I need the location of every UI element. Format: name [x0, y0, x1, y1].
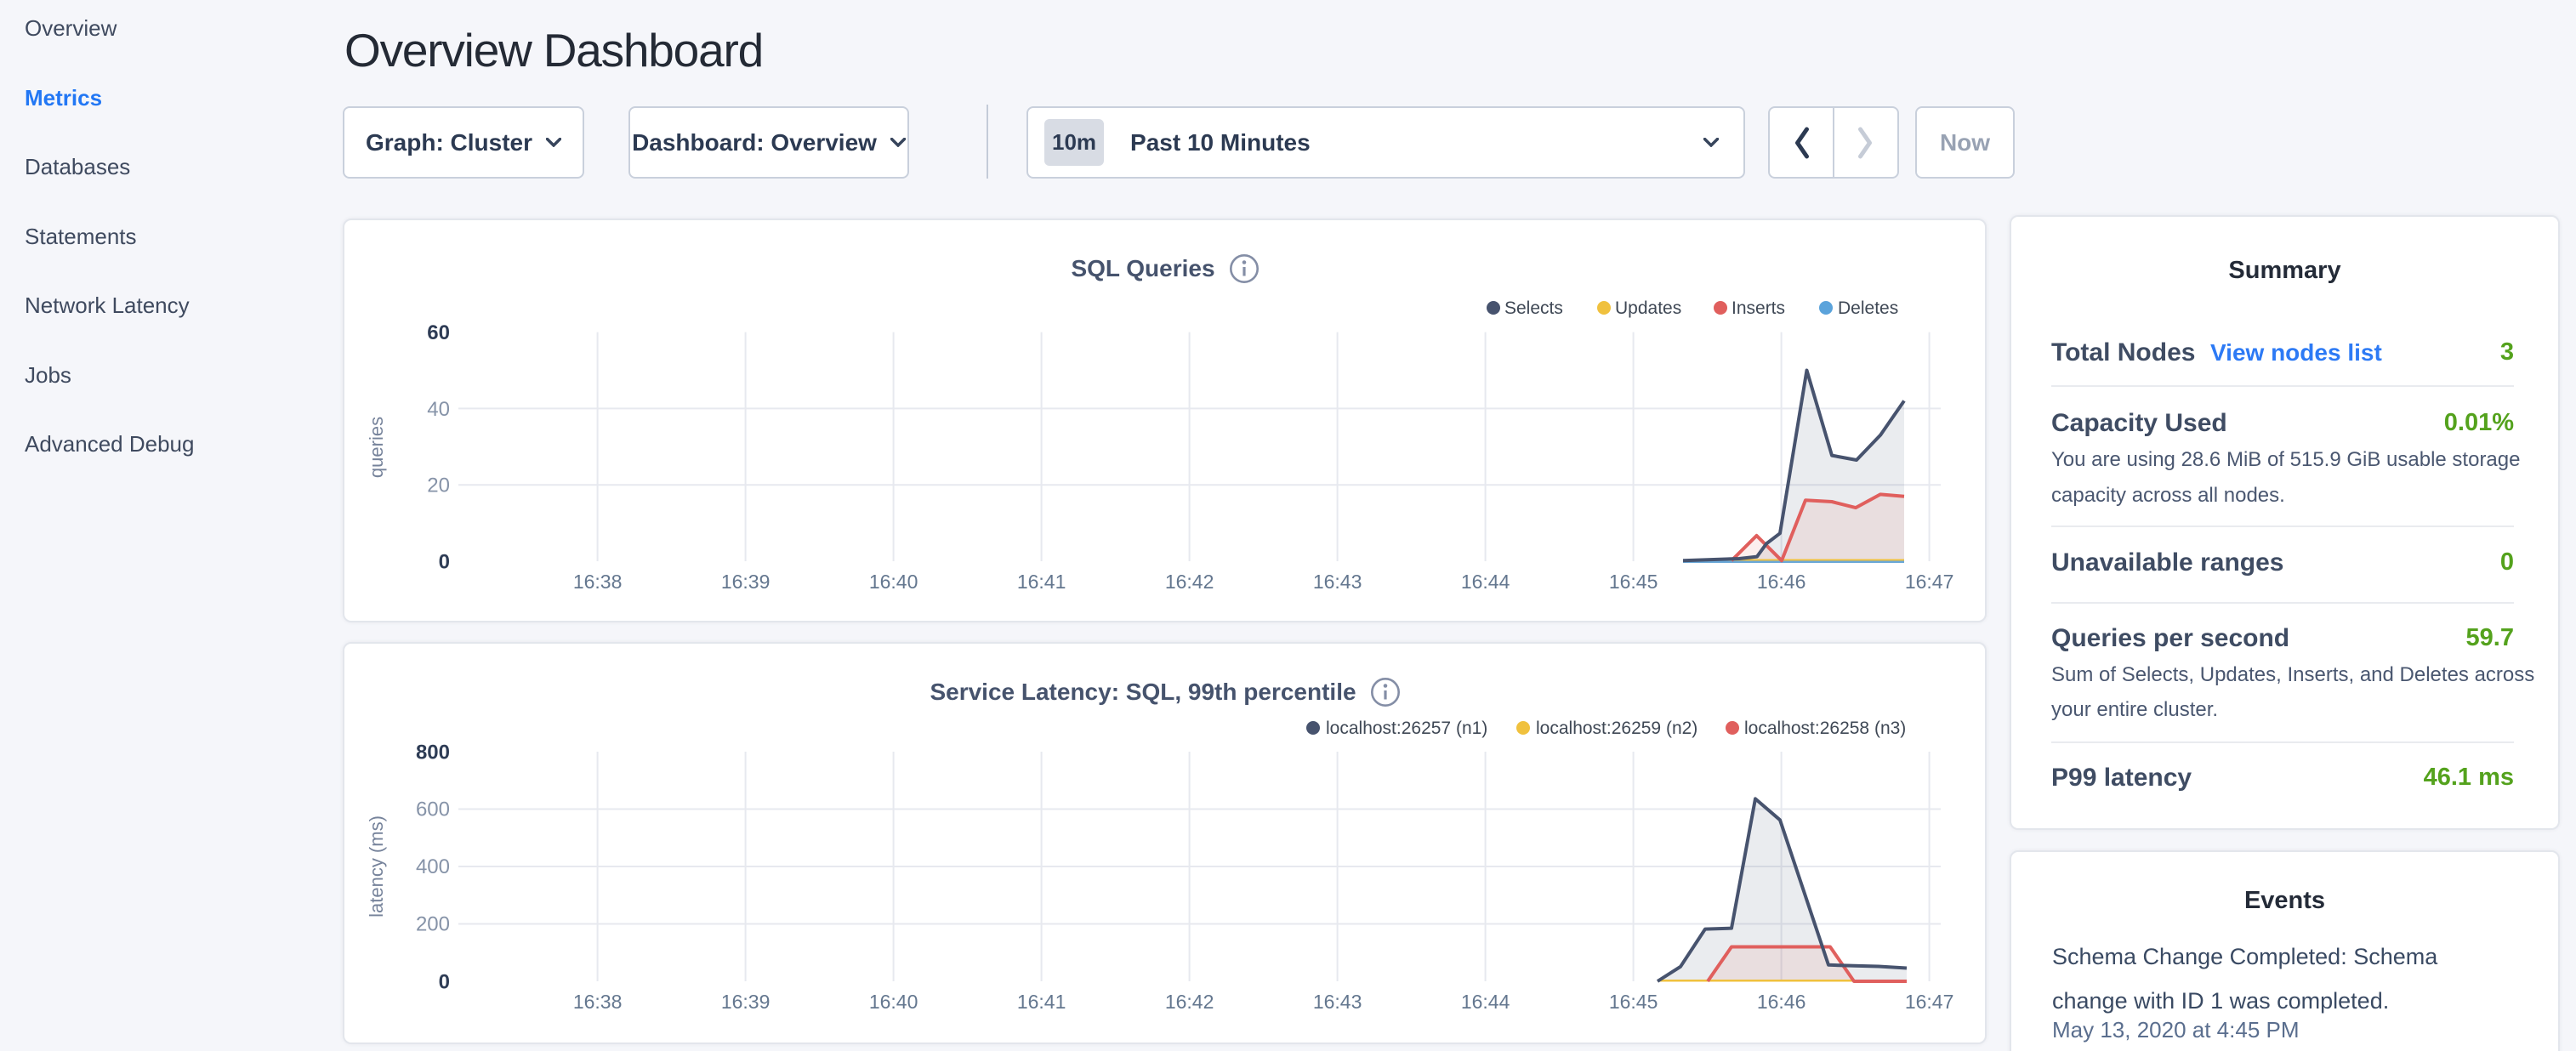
svg-text:200: 200: [416, 913, 450, 936]
svg-text:queries: queries: [366, 417, 387, 478]
svg-text:16:47: 16:47: [1905, 571, 1954, 593]
svg-text:16:38: 16:38: [573, 571, 623, 593]
svg-text:16:40: 16:40: [869, 991, 918, 1013]
svg-text:16:46: 16:46: [1757, 991, 1806, 1013]
svg-text:16:44: 16:44: [1461, 991, 1510, 1013]
svg-text:16:41: 16:41: [1017, 991, 1066, 1013]
svg-text:16:45: 16:45: [1609, 571, 1658, 593]
svg-text:16:42: 16:42: [1165, 571, 1214, 593]
svg-text:16:42: 16:42: [1165, 991, 1214, 1013]
svg-text:400: 400: [416, 855, 450, 878]
svg-text:16:39: 16:39: [721, 571, 771, 593]
svg-text:16:46: 16:46: [1757, 571, 1806, 593]
svg-text:600: 600: [416, 798, 450, 821]
svg-text:16:41: 16:41: [1017, 571, 1066, 593]
svg-text:16:40: 16:40: [869, 571, 918, 593]
svg-text:16:38: 16:38: [573, 991, 623, 1013]
svg-text:60: 60: [427, 321, 450, 344]
svg-text:latency (ms): latency (ms): [366, 815, 387, 917]
svg-text:800: 800: [416, 741, 450, 764]
svg-text:0: 0: [439, 551, 450, 574]
svg-text:20: 20: [427, 474, 450, 497]
svg-text:16:43: 16:43: [1313, 991, 1362, 1013]
svg-text:16:44: 16:44: [1461, 571, 1510, 593]
svg-text:16:47: 16:47: [1905, 991, 1954, 1013]
svg-text:40: 40: [427, 398, 450, 421]
svg-text:16:45: 16:45: [1609, 991, 1658, 1013]
svg-text:0: 0: [439, 971, 450, 994]
svg-text:16:43: 16:43: [1313, 571, 1362, 593]
svg-text:16:39: 16:39: [721, 991, 771, 1013]
